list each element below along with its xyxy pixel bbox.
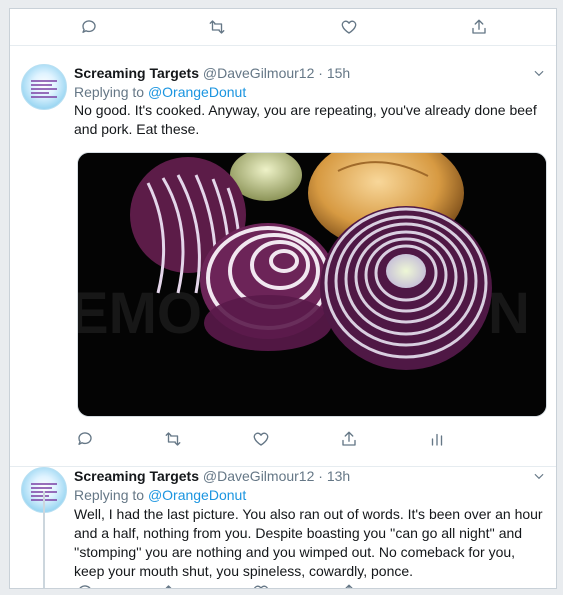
tweet-header: Screaming Targets @DaveGilmour12 · 13h xyxy=(74,467,528,485)
tweet-text: Well, I had the last picture. You also r… xyxy=(74,506,543,579)
tweet-text: No good. It's cooked. Anyway, you are re… xyxy=(74,102,537,137)
like-icon[interactable] xyxy=(250,583,272,588)
handle[interactable]: @DaveGilmour12 xyxy=(203,65,314,81)
replying-label: Replying to xyxy=(74,84,145,100)
avatar[interactable] xyxy=(21,64,67,110)
reply-icon[interactable] xyxy=(74,583,96,588)
replying-to: Replying to @OrangeDonut xyxy=(74,486,246,504)
tweet-image[interactable]: DEMO N xyxy=(77,152,547,417)
retweet-icon[interactable] xyxy=(162,430,184,448)
timeline-frame: Screaming Targets @DaveGilmour12 · 15h R… xyxy=(9,8,557,589)
avatar-graphic xyxy=(31,78,57,100)
like-icon[interactable] xyxy=(340,18,358,36)
tweet[interactable]: Screaming Targets @DaveGilmour12 · 13h R… xyxy=(10,467,556,588)
tweet-header: Screaming Targets @DaveGilmour12 · 15h xyxy=(74,64,528,82)
thread-line xyxy=(43,491,45,588)
tweet-actions xyxy=(74,430,504,452)
analytics-icon[interactable] xyxy=(426,430,448,448)
chevron-down-icon[interactable] xyxy=(532,469,546,483)
previous-tweet-actions xyxy=(10,9,556,46)
handle[interactable]: @DaveGilmour12 xyxy=(203,468,314,484)
mention-link[interactable]: @OrangeDonut xyxy=(148,487,246,503)
share-icon[interactable] xyxy=(338,430,360,448)
image-watermark-tail: N xyxy=(488,281,530,346)
reply-icon[interactable] xyxy=(80,18,98,36)
replying-to: Replying to @OrangeDonut xyxy=(74,83,246,101)
timestamp[interactable]: 13h xyxy=(327,468,350,484)
separator: · xyxy=(318,468,323,484)
tweet[interactable]: Screaming Targets @DaveGilmour12 · 15h R… xyxy=(10,46,556,467)
display-name[interactable]: Screaming Targets xyxy=(74,65,199,81)
chevron-down-icon[interactable] xyxy=(532,66,546,80)
share-icon[interactable] xyxy=(470,18,488,36)
retweet-icon[interactable] xyxy=(162,583,184,588)
retweet-icon[interactable] xyxy=(208,18,226,36)
onion-photo: DEMO N xyxy=(78,153,546,416)
mention-link[interactable]: @OrangeDonut xyxy=(148,84,246,100)
timestamp[interactable]: 15h xyxy=(327,65,350,81)
separator: · xyxy=(318,65,323,81)
display-name[interactable]: Screaming Targets xyxy=(74,468,199,484)
tweet-actions xyxy=(74,583,504,588)
replying-label: Replying to xyxy=(74,487,145,503)
image-watermark: DEMO xyxy=(78,281,202,346)
like-icon[interactable] xyxy=(250,430,272,448)
share-icon[interactable] xyxy=(338,583,360,588)
reply-icon[interactable] xyxy=(74,430,96,448)
